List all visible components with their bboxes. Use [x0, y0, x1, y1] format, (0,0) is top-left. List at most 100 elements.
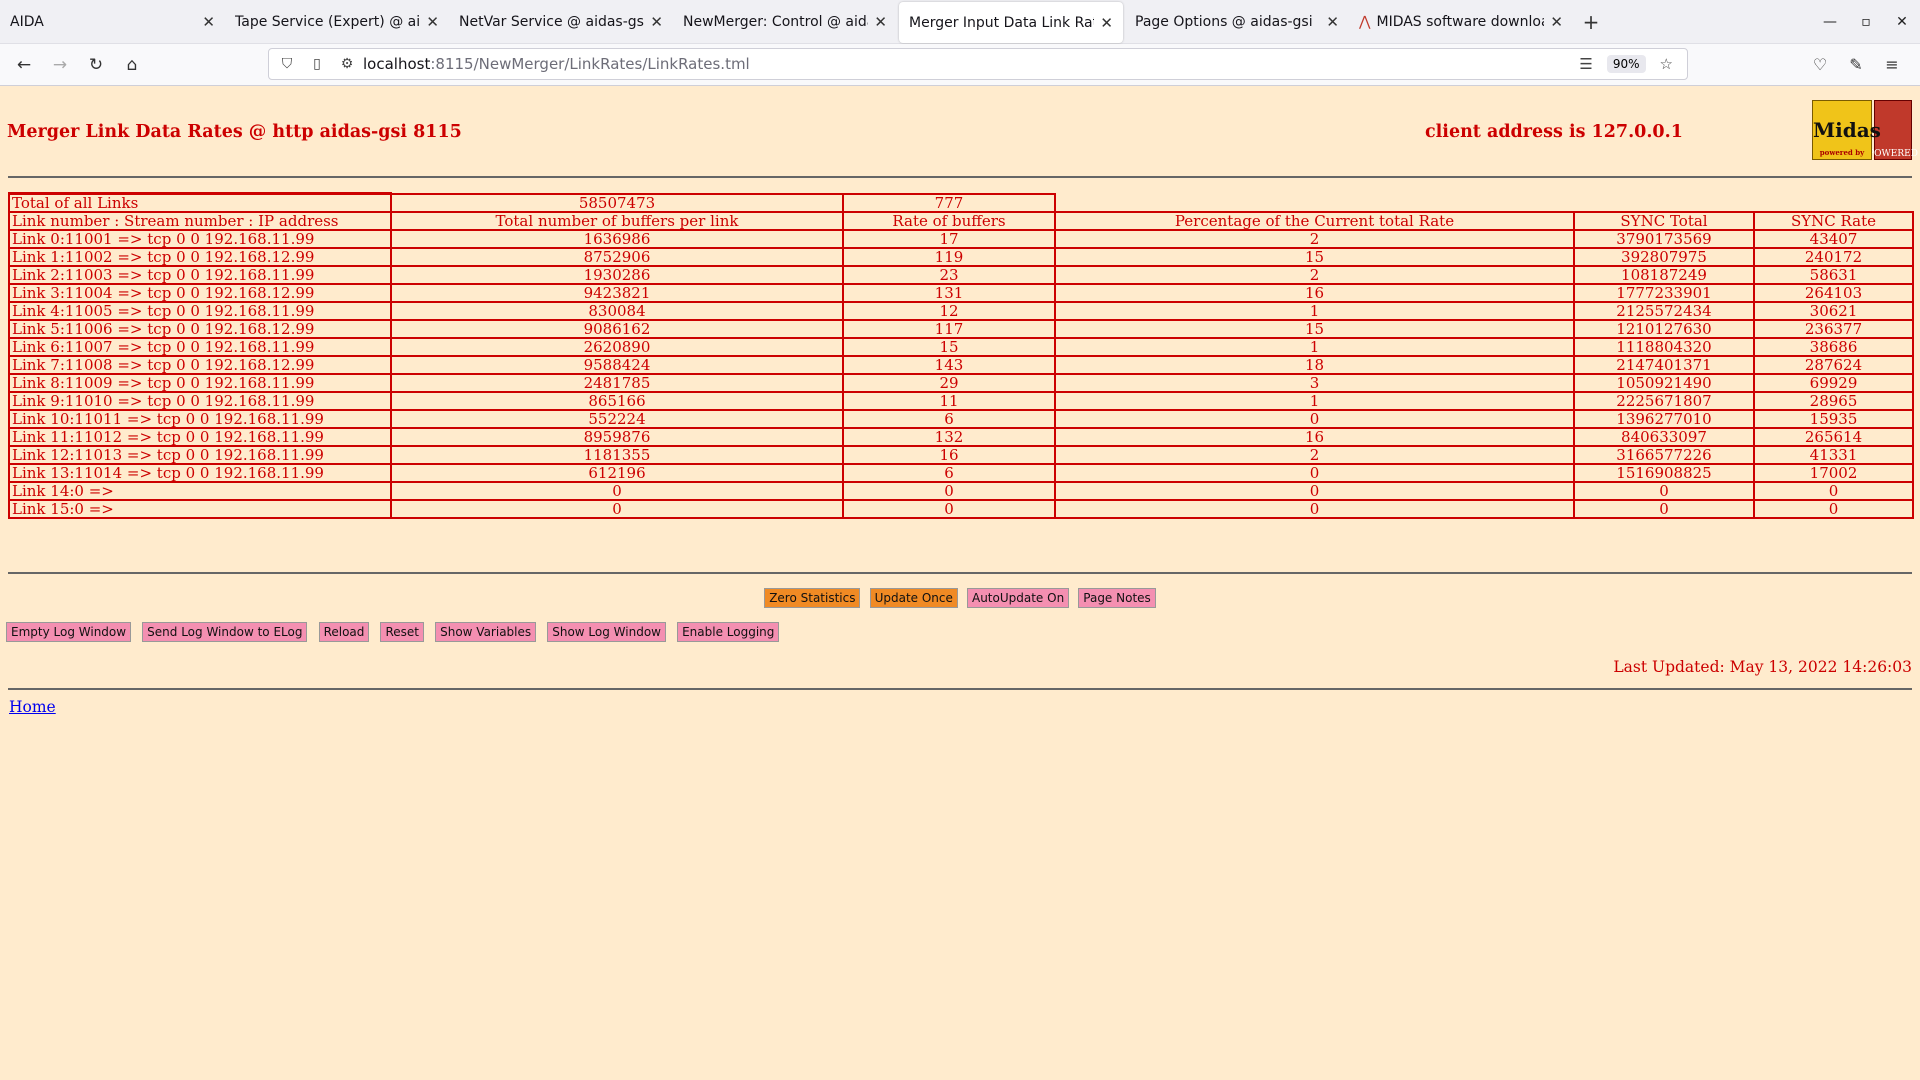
link-cell: Link 3:11004 => tcp 0 0 192.168.12.99 — [8, 283, 392, 303]
page-icon[interactable]: ▯ — [305, 56, 329, 72]
link-cell: 15 — [1054, 247, 1575, 267]
reader-view-icon[interactable]: ☰ — [1579, 55, 1592, 73]
close-icon[interactable]: ✕ — [1100, 14, 1113, 32]
url-text[interactable]: localhost:8115/NewMerger/LinkRates/LinkR… — [363, 55, 1573, 73]
link-cell: 552224 — [390, 409, 844, 429]
link-cell: 0 — [842, 499, 1056, 519]
link-cell: 287624 — [1752, 355, 1915, 375]
divider — [8, 688, 1912, 690]
link-cell: Link 15:0 => — [8, 499, 392, 519]
column-header: Percentage of the Current total Rate — [1054, 211, 1575, 231]
link-cell: 119 — [842, 247, 1056, 267]
link-cell: 1516908825 — [1573, 463, 1755, 483]
link-cell: 1930286 — [390, 265, 844, 285]
permissions-icon[interactable]: ⚙ — [335, 56, 359, 72]
close-icon[interactable]: ✕ — [426, 13, 439, 31]
link-cell: 16 — [1054, 283, 1575, 303]
link-cell: 840633097 — [1573, 427, 1755, 447]
show-variables-button[interactable]: Show Variables — [435, 622, 537, 642]
link-cell: 0 — [1054, 499, 1575, 519]
link-row: Link 14:0 => 0 0 0 0 0 — [8, 481, 1915, 501]
link-cell: Link 5:11006 => tcp 0 0 192.168.12.99 — [8, 319, 392, 339]
link-cell: 1396277010 — [1573, 409, 1755, 429]
url-bar[interactable]: ⛉ ▯ ⚙ localhost:8115/NewMerger/LinkRates… — [268, 48, 1688, 80]
link-cell: 43407 — [1752, 229, 1915, 249]
reload-button[interactable]: Reload — [318, 622, 370, 642]
link-cell: 612196 — [390, 463, 844, 483]
extensions-icon[interactable]: ✎ — [1838, 55, 1874, 74]
forward-icon[interactable]: → — [42, 55, 78, 75]
link-cell: 132 — [842, 427, 1056, 447]
link-row: Link 15:0 => 0 0 0 0 0 — [8, 499, 1915, 519]
send-log-to-elog-button[interactable]: Send Log Window to ELog — [142, 622, 308, 642]
link-cell: 2125572434 — [1573, 301, 1755, 321]
link-cell: 2 — [1054, 265, 1575, 285]
zoom-level[interactable]: 90% — [1606, 55, 1646, 73]
tab-title: NetVar Service @ aidas-gsi — [459, 13, 645, 30]
link-cell: 131 — [842, 283, 1056, 303]
link-cell: Link 13:11014 => tcp 0 0 192.168.11.99 — [8, 463, 392, 483]
close-icon[interactable]: ✕ — [1550, 13, 1563, 31]
autoupdate-button[interactable]: AutoUpdate On — [966, 588, 1070, 608]
close-icon[interactable]: ✕ — [202, 13, 215, 31]
link-cell: 3790173569 — [1573, 229, 1755, 249]
link-cell: 3 — [1054, 373, 1575, 393]
divider — [8, 176, 1912, 178]
link-row: Link 7:11008 => tcp 0 0 192.168.12.99 958… — [8, 355, 1915, 375]
reload-icon[interactable]: ↻ — [78, 55, 114, 75]
pocket-icon[interactable]: ♡ — [1802, 55, 1838, 74]
link-row: Link 12:11013 => tcp 0 0 192.168.11.99 11… — [8, 445, 1915, 465]
maximize-icon[interactable]: ▫ — [1848, 14, 1884, 30]
page-notes-button[interactable]: Page Notes — [1078, 588, 1156, 608]
tab-title: Merger Input Data Link Rates — [909, 14, 1095, 31]
tab-merger-link-rates[interactable]: Merger Input Data Link Rates ✕ — [899, 2, 1123, 43]
close-window-icon[interactable]: ✕ — [1884, 14, 1920, 30]
link-row: Link 9:11010 => tcp 0 0 192.168.11.99 865… — [8, 391, 1915, 411]
shield-icon[interactable]: ⛉ — [275, 56, 299, 72]
tab-title: Page Options @ aidas-gsi — [1135, 13, 1313, 30]
tab-title: Tape Service (Expert) @ aidas-gsi — [235, 13, 421, 30]
link-cell: 0 — [1752, 481, 1915, 501]
bookmark-star-icon[interactable]: ☆ — [1660, 55, 1673, 73]
link-cell: 1 — [1054, 337, 1575, 357]
link-cell: 41331 — [1752, 445, 1915, 465]
tab-newmerger-control[interactable]: NewMerger: Control @ aidas-gsi ✕ — [673, 0, 897, 43]
tab-bar: AIDA ✕ Tape Service (Expert) @ aidas-gsi… — [0, 0, 1920, 44]
show-log-window-button[interactable]: Show Log Window — [547, 622, 666, 642]
link-cell: 2 — [1054, 229, 1575, 249]
close-icon[interactable]: ✕ — [874, 13, 887, 31]
close-icon[interactable]: ✕ — [650, 13, 663, 31]
link-cell: 6 — [842, 409, 1056, 429]
home-link[interactable]: Home — [9, 698, 56, 716]
tab-tape-service[interactable]: Tape Service (Expert) @ aidas-gsi ✕ — [225, 0, 449, 43]
link-cell: Link 0:11001 => tcp 0 0 192.168.11.99 — [8, 229, 392, 249]
link-cell: 240172 — [1752, 247, 1915, 267]
empty-log-window-button[interactable]: Empty Log Window — [6, 622, 132, 642]
link-cell: 1118804320 — [1573, 337, 1755, 357]
link-cell: Link 8:11009 => tcp 0 0 192.168.11.99 — [8, 373, 392, 393]
link-cell: 0 — [1054, 463, 1575, 483]
link-cell: 17002 — [1752, 463, 1915, 483]
tab-aida[interactable]: AIDA ✕ — [0, 0, 225, 43]
link-cell: 29 — [842, 373, 1056, 393]
link-cell: 15935 — [1752, 409, 1915, 429]
enable-logging-button[interactable]: Enable Logging — [677, 622, 780, 642]
tab-netvar-service[interactable]: NetVar Service @ aidas-gsi ✕ — [449, 0, 673, 43]
minimize-icon[interactable]: — — [1812, 14, 1848, 30]
link-cell: 0 — [1054, 481, 1575, 501]
menu-icon[interactable]: ≡ — [1874, 55, 1910, 74]
zero-statistics-button[interactable]: Zero Statistics — [764, 588, 861, 608]
link-cell: 1 — [1054, 301, 1575, 321]
tab-midas-download[interactable]: ⋀ MIDAS software download ✕ — [1349, 0, 1573, 43]
reset-button[interactable]: Reset — [380, 622, 425, 642]
back-icon[interactable]: ← — [6, 55, 42, 75]
link-cell: 1 — [1054, 391, 1575, 411]
home-icon[interactable]: ⌂ — [114, 55, 150, 75]
close-icon[interactable]: ✕ — [1326, 13, 1339, 31]
link-cell: 108187249 — [1573, 265, 1755, 285]
client-address: client address is 127.0.0.1 — [1425, 122, 1683, 142]
new-tab-button[interactable]: + — [1573, 0, 1609, 43]
link-cell: 2620890 — [390, 337, 844, 357]
update-once-button[interactable]: Update Once — [869, 588, 958, 608]
tab-page-options[interactable]: Page Options @ aidas-gsi ✕ — [1125, 0, 1349, 43]
